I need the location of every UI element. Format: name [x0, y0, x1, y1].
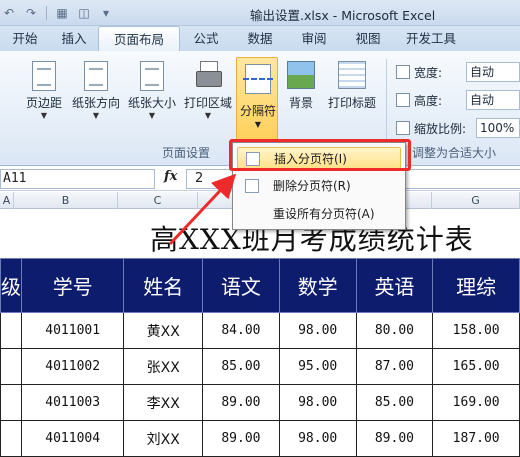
- table-cell[interactable]: 刘XX: [123, 420, 204, 457]
- table-cell[interactable]: 158.00: [432, 312, 520, 349]
- page-break-icon: [243, 64, 273, 94]
- background-icon: [287, 61, 315, 89]
- tab-page-layout[interactable]: 页面布局: [98, 26, 180, 51]
- table-row: 4011003 李XX 89.00 98.00 85.00 169.00: [0, 384, 520, 421]
- width-row: 宽度: 自动: [396, 61, 520, 83]
- size-button[interactable]: 纸张大小 ▼: [126, 61, 178, 121]
- width-select[interactable]: 自动: [466, 62, 520, 82]
- table-cell[interactable]: [0, 384, 22, 421]
- table-cell[interactable]: 黄XX: [123, 312, 204, 349]
- margins-icon: [32, 61, 56, 91]
- table-cell[interactable]: 169.00: [432, 384, 520, 421]
- tab-insert[interactable]: 插入: [50, 26, 98, 51]
- chevron-down-icon: ▼: [92, 111, 100, 120]
- print-area-button[interactable]: 打印区域 ▼: [182, 61, 234, 121]
- title-bar: ↶ ↷ ▦ ◫ ▾ 输出设置.xlsx - Microsoft Excel: [0, 0, 520, 26]
- print-titles-button[interactable]: 打印标题: [324, 61, 380, 111]
- chevron-down-icon: ▼: [148, 111, 156, 120]
- fx-icon[interactable]: fx: [164, 169, 177, 184]
- table-cell[interactable]: [0, 312, 22, 349]
- print-preview-icon[interactable]: ◫: [75, 4, 93, 22]
- table-cell[interactable]: 85.00: [355, 384, 434, 421]
- table-row: 4011002 张XX 85.00 95.00 87.00 165.00: [0, 348, 520, 385]
- column-header[interactable]: A: [0, 192, 14, 209]
- window-title: 输出设置.xlsx - Microsoft Excel: [250, 8, 436, 23]
- table-header-row: 级 学号 姓名 语文 数学 英语 理综: [0, 258, 520, 313]
- column-header[interactable]: G: [432, 192, 520, 209]
- table-cell[interactable]: 4011004: [20, 420, 125, 457]
- redo-icon[interactable]: ↷: [22, 4, 40, 22]
- table-cell[interactable]: 李XX: [123, 384, 204, 421]
- table-cell[interactable]: 85.00: [202, 348, 280, 385]
- height-icon: [396, 93, 410, 107]
- table-header-cell[interactable]: 英语: [355, 258, 434, 313]
- table-cell[interactable]: 张XX: [123, 348, 204, 385]
- table-cell[interactable]: 80.00: [355, 312, 434, 349]
- background-button[interactable]: 背景: [284, 61, 318, 111]
- scale-row: 缩放比例: 100%: [396, 117, 520, 139]
- quick-access-toolbar: ↶ ↷ ▦ ◫ ▾: [0, 3, 115, 23]
- tab-data[interactable]: 数据: [232, 26, 288, 51]
- tab-view[interactable]: 视图: [340, 26, 396, 51]
- table-cell[interactable]: 98.00: [278, 384, 357, 421]
- table-header-cell[interactable]: 理综: [432, 258, 520, 313]
- table-cell[interactable]: 89.00: [355, 420, 434, 457]
- print-area-icon: [194, 61, 222, 89]
- table-header-cell[interactable]: 语文: [202, 258, 280, 313]
- height-row: 高度: 自动: [396, 89, 520, 111]
- grade-table: 级 学号 姓名 语文 数学 英语 理综 4011001 黄XX 84.00 98…: [0, 258, 520, 457]
- group-label-page-setup: 页面设置: [162, 146, 211, 160]
- table-row: 4011004 刘XX 89.00 98.00 89.00 187.00: [0, 420, 520, 457]
- table-cell[interactable]: [0, 420, 22, 457]
- customize-dropdown-icon[interactable]: ▾: [97, 4, 115, 22]
- table-cell[interactable]: 187.00: [432, 420, 520, 457]
- print-titles-icon: [338, 61, 366, 89]
- menu-item-reset-all-page-breaks[interactable]: 重设所有分页符(A): [237, 203, 401, 225]
- table-cell[interactable]: 98.00: [278, 420, 357, 457]
- column-header[interactable]: C: [118, 192, 198, 209]
- chevron-down-icon: ▼: [254, 120, 262, 129]
- table-cell[interactable]: 95.00: [278, 348, 357, 385]
- table-header-cell[interactable]: 学号: [20, 258, 125, 313]
- breaks-button[interactable]: 分隔符 ▼: [236, 57, 278, 141]
- name-box[interactable]: A11: [0, 169, 155, 189]
- table-header-cell[interactable]: 数学: [278, 258, 357, 313]
- orientation-icon: [84, 61, 108, 91]
- menu-item-remove-page-break[interactable]: 删除分页符(R): [237, 175, 401, 197]
- table-cell[interactable]: [0, 348, 22, 385]
- highlight-box: [229, 139, 411, 171]
- chevron-down-icon: ▼: [204, 111, 212, 120]
- table-cell[interactable]: 89.00: [202, 384, 280, 421]
- table-cell[interactable]: 84.00: [202, 312, 280, 349]
- chevron-down-icon: ▼: [40, 111, 48, 120]
- tab-developer[interactable]: 开发工具: [396, 26, 466, 51]
- column-header[interactable]: B: [14, 192, 118, 209]
- tab-home[interactable]: 开始: [0, 26, 50, 51]
- table-cell[interactable]: 87.00: [355, 348, 434, 385]
- table-cell[interactable]: 4011003: [20, 384, 125, 421]
- table-cell[interactable]: 89.00: [202, 420, 280, 457]
- width-icon: [396, 65, 410, 79]
- orientation-button[interactable]: 纸张方向 ▼: [70, 61, 122, 121]
- table-row: 4011001 黄XX 84.00 98.00 80.00 158.00: [0, 312, 520, 349]
- scale-icon: [396, 121, 410, 135]
- paper-size-icon: [140, 61, 164, 91]
- print-icon[interactable]: ▦: [53, 4, 71, 22]
- toolbar-separator: [46, 6, 47, 20]
- table-header-cell[interactable]: 级: [0, 258, 22, 313]
- ribbon-tabs: 开始 插入 页面布局 公式 数据 审阅 视图 开发工具: [0, 26, 520, 51]
- table-cell[interactable]: 4011002: [20, 348, 125, 385]
- table-cell[interactable]: 4011001: [20, 312, 125, 349]
- table-header-cell[interactable]: 姓名: [123, 258, 204, 313]
- group-label-scale-to-fit: 调整为合适大小: [412, 146, 497, 160]
- undo-icon[interactable]: ↶: [0, 4, 18, 22]
- remove-page-break-icon: [245, 179, 259, 193]
- table-cell[interactable]: 165.00: [432, 348, 520, 385]
- height-select[interactable]: 自动: [466, 90, 520, 110]
- table-cell[interactable]: 98.00: [278, 312, 357, 349]
- tab-formulas[interactable]: 公式: [180, 26, 232, 51]
- margins-button[interactable]: 页边距 ▼: [22, 61, 66, 121]
- tab-review[interactable]: 审阅: [288, 26, 340, 51]
- scale-input[interactable]: 100%: [476, 118, 520, 138]
